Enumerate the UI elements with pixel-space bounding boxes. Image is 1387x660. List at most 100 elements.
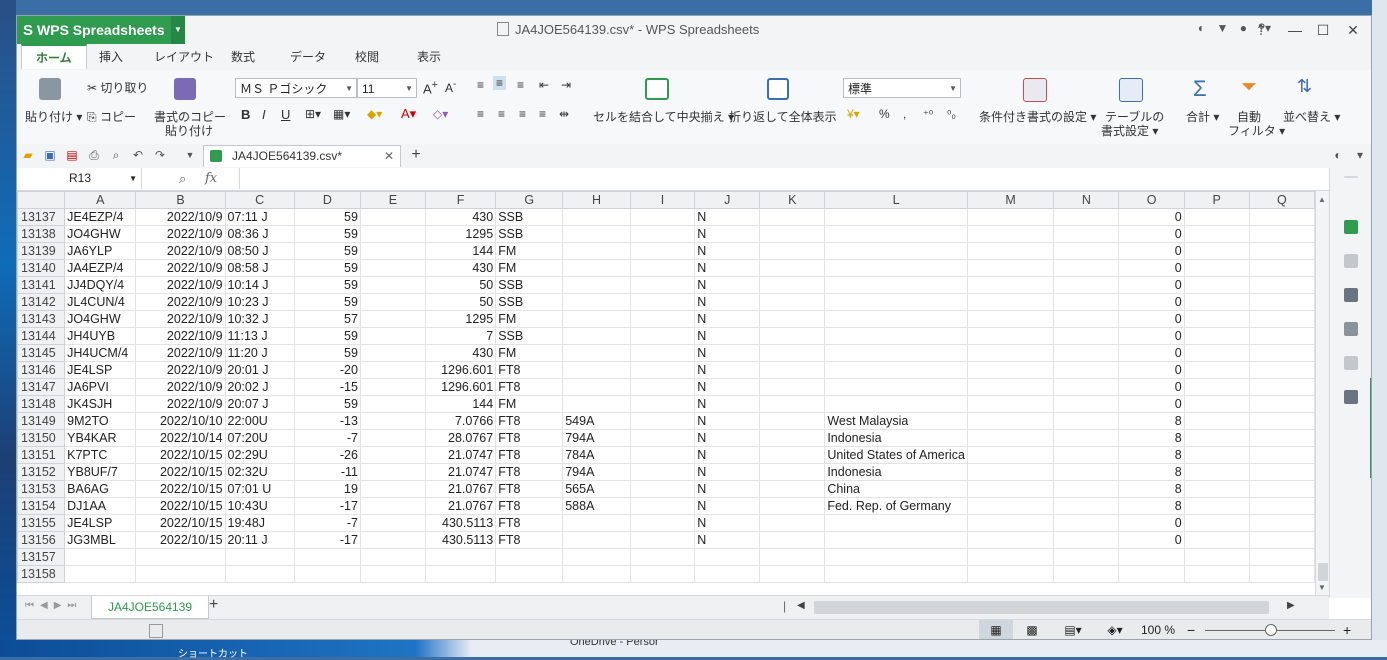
- zoom-formula-icon[interactable]: ⌕: [179, 168, 186, 189]
- font-size-select[interactable]: 11 ▼: [357, 78, 417, 98]
- restore-ribbon-icon[interactable]: ⇡: [1247, 16, 1275, 44]
- column-header[interactable]: O: [1118, 191, 1185, 209]
- cell[interactable]: [629, 344, 696, 362]
- row-header[interactable]: 13145: [17, 344, 66, 362]
- cell[interactable]: [1183, 208, 1250, 226]
- cell[interactable]: 08:50 J: [224, 242, 295, 260]
- cell[interactable]: [1183, 259, 1250, 277]
- cell[interactable]: 10:43U: [224, 497, 295, 515]
- column-header[interactable]: H: [562, 191, 631, 209]
- cell[interactable]: [759, 565, 826, 583]
- cell[interactable]: 57: [293, 310, 361, 328]
- column-header[interactable]: L: [824, 191, 968, 209]
- cell[interactable]: 0: [1118, 259, 1185, 277]
- user-icon[interactable]: ●: [1240, 21, 1247, 35]
- backup-icon[interactable]: [1344, 390, 1358, 404]
- cell[interactable]: [629, 225, 696, 243]
- cell[interactable]: [629, 548, 696, 566]
- cell[interactable]: 1295: [424, 310, 497, 328]
- table-format-icon[interactable]: [1119, 78, 1143, 102]
- tab-formulas[interactable]: 数式: [231, 44, 255, 70]
- cell[interactable]: FT8: [495, 514, 564, 532]
- cell[interactable]: [966, 208, 1055, 226]
- cell[interactable]: [966, 327, 1055, 345]
- open-icon[interactable]: ▰: [21, 148, 35, 162]
- cell[interactable]: N: [694, 446, 761, 464]
- minimize-button[interactable]: —: [1281, 16, 1309, 44]
- number-format-select[interactable]: 標準 ▼: [843, 78, 961, 98]
- cell[interactable]: [1248, 208, 1315, 226]
- cell[interactable]: [359, 565, 426, 583]
- fx-button[interactable]: fx: [205, 168, 217, 189]
- cell[interactable]: [1053, 208, 1120, 226]
- cell[interactable]: [759, 327, 826, 345]
- cell[interactable]: 0: [1118, 531, 1185, 549]
- cell[interactable]: [359, 276, 426, 294]
- cell[interactable]: [824, 395, 968, 413]
- scroll-up-icon[interactable]: ▲: [1318, 195, 1326, 204]
- cell[interactable]: [1053, 259, 1120, 277]
- cell[interactable]: [824, 378, 968, 396]
- new-tab-icon[interactable]: +: [409, 147, 423, 163]
- cell[interactable]: [359, 378, 426, 396]
- cell[interactable]: 2022/10/9: [135, 225, 226, 243]
- cell[interactable]: -17: [293, 497, 361, 515]
- cell[interactable]: 8: [1118, 429, 1185, 447]
- cell[interactable]: [1183, 327, 1250, 345]
- image-icon[interactable]: [1344, 288, 1358, 302]
- row-header[interactable]: 13154: [17, 497, 66, 515]
- cell[interactable]: FT8: [495, 463, 564, 481]
- sheet-tab[interactable]: JA4JOE564139: [91, 596, 209, 619]
- underline-button[interactable]: U: [281, 107, 290, 122]
- cell[interactable]: [562, 565, 631, 583]
- cell[interactable]: N: [694, 242, 761, 260]
- cell[interactable]: 59: [293, 259, 361, 277]
- cell[interactable]: [424, 565, 497, 583]
- cell[interactable]: N: [694, 344, 761, 362]
- cell[interactable]: JG3MBL: [64, 531, 137, 549]
- cell[interactable]: [629, 463, 696, 481]
- cell[interactable]: [629, 514, 696, 532]
- cell[interactable]: [966, 242, 1055, 260]
- cell[interactable]: -20: [293, 361, 361, 379]
- cell[interactable]: 20:01 J: [224, 361, 295, 379]
- cell[interactable]: [1183, 344, 1250, 362]
- cell[interactable]: [359, 293, 426, 311]
- column-header[interactable]: I: [629, 191, 696, 209]
- cell[interactable]: [1248, 310, 1315, 328]
- cell[interactable]: [562, 259, 631, 277]
- cell[interactable]: [1053, 276, 1120, 294]
- add-sheet-icon[interactable]: +: [209, 596, 218, 614]
- cell[interactable]: [759, 259, 826, 277]
- cell[interactable]: [293, 548, 361, 566]
- cell[interactable]: [1183, 497, 1250, 515]
- document-tab[interactable]: JA4JOE564139.csv* ✕: [203, 145, 401, 167]
- cell[interactable]: [359, 344, 426, 362]
- cell[interactable]: [1183, 310, 1250, 328]
- cell[interactable]: JK4SJH: [64, 395, 137, 413]
- cell[interactable]: 59: [293, 293, 361, 311]
- cell[interactable]: 0: [1118, 327, 1185, 345]
- cell[interactable]: [1183, 514, 1250, 532]
- bold-button[interactable]: B: [241, 107, 250, 122]
- document-search-icon[interactable]: [1344, 356, 1358, 370]
- cell[interactable]: [1053, 446, 1120, 464]
- cell[interactable]: [759, 531, 826, 549]
- shirt-icon[interactable]: ▼: [1216, 21, 1228, 35]
- cell[interactable]: [824, 514, 968, 532]
- cell[interactable]: [1183, 378, 1250, 396]
- cell[interactable]: [966, 497, 1055, 515]
- cell[interactable]: [359, 310, 426, 328]
- zoom-in-icon[interactable]: +: [1343, 620, 1351, 639]
- print-preview-icon[interactable]: ⌕: [109, 148, 123, 162]
- cell[interactable]: N: [694, 327, 761, 345]
- clear-format-icon[interactable]: ◇▾: [433, 107, 448, 121]
- cell[interactable]: 1296.601: [424, 378, 497, 396]
- cell[interactable]: [1248, 293, 1315, 311]
- align-center-icon[interactable]: ≡: [498, 107, 505, 121]
- row-header[interactable]: 13147: [17, 378, 66, 396]
- cell[interactable]: 2022/10/9: [135, 293, 226, 311]
- cell[interactable]: Indonesia: [824, 429, 968, 447]
- cell[interactable]: [1053, 378, 1120, 396]
- cell[interactable]: -11: [293, 463, 361, 481]
